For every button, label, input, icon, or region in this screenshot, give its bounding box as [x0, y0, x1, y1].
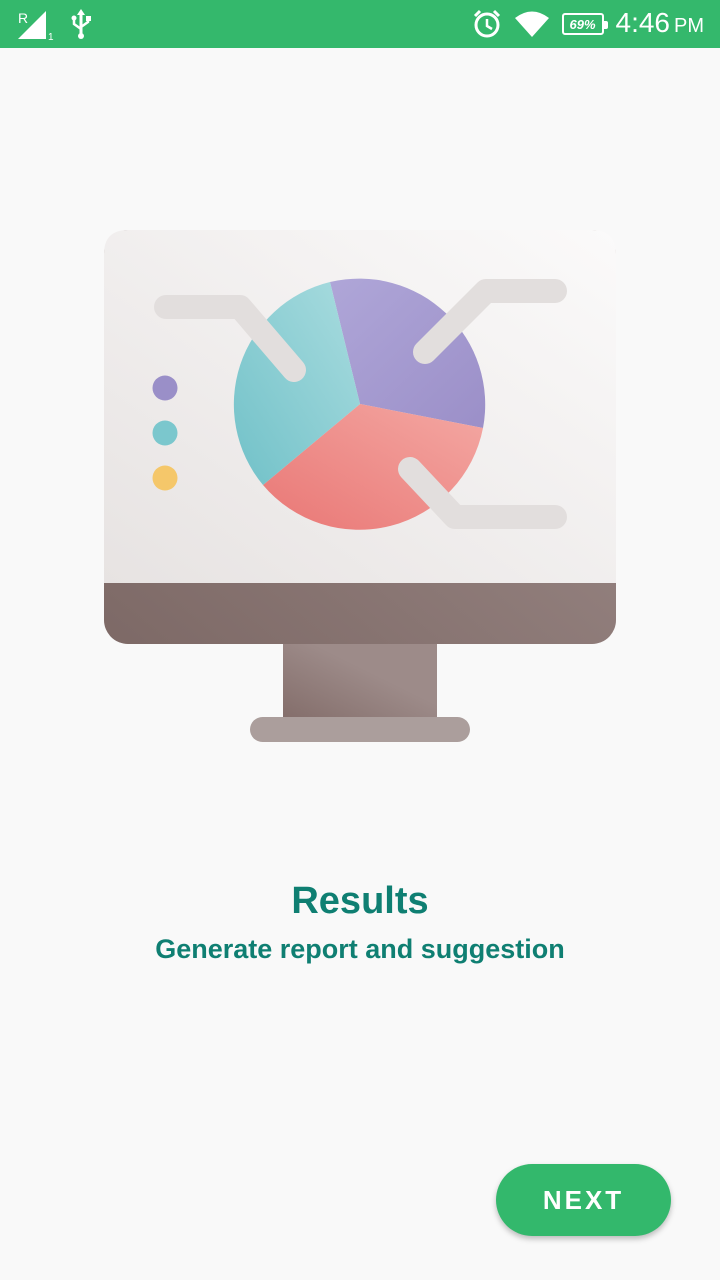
legend-dot-purple [152, 375, 178, 401]
monitor-pie-chart-illustration [104, 230, 616, 742]
legend-dot-yellow [152, 465, 178, 491]
onboarding-subtitle: Generate report and suggestion [155, 934, 565, 964]
legend-dot-teal [152, 420, 178, 446]
onboarding-title: Results [291, 880, 429, 922]
monitor-stand [250, 644, 470, 742]
next-button[interactable]: NEXT [496, 1164, 671, 1236]
